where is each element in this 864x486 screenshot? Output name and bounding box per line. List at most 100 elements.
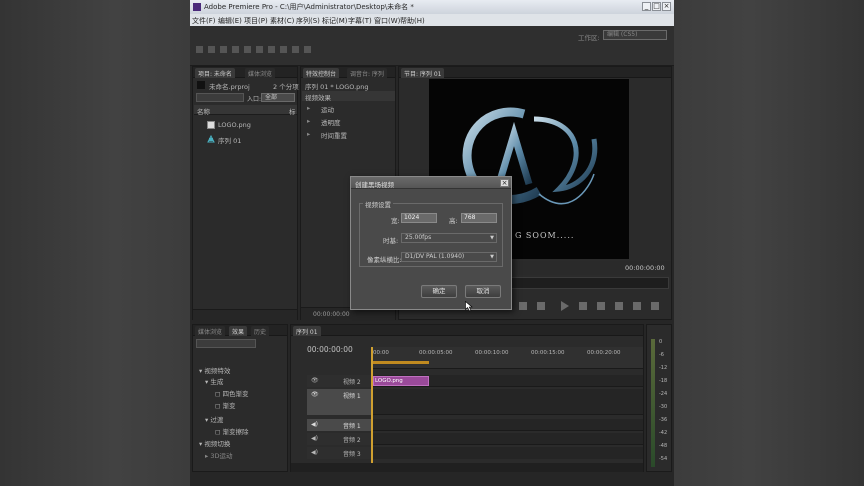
menu-project[interactable]: 项目(P) (244, 16, 268, 26)
menu-help[interactable]: 帮助(H) (400, 16, 425, 26)
meter-tick: -6 (659, 352, 664, 358)
toolbar-tools-icons[interactable] (196, 46, 336, 54)
tab-audio-mixer[interactable]: 调音台: 序列 (347, 68, 387, 78)
pixel-aspect-label: 像素纵横比: (367, 256, 402, 264)
tree-four-color-gradient[interactable]: ◻ 四色渐变 (215, 388, 248, 398)
eye-icon[interactable]: 👁 (311, 391, 319, 398)
timeline-ruler[interactable]: 00:00 00:00:05:00 00:00:10:00 00:00:15:0… (371, 347, 643, 369)
video-settings-label: 视频设置 (363, 199, 393, 209)
effect-opacity[interactable]: 透明度 (321, 117, 341, 127)
track-video-1[interactable]: 👁 视频 1 (307, 389, 371, 415)
effect-motion[interactable]: 运动 (321, 104, 334, 114)
meter-tick: -24 (659, 391, 668, 397)
expand-arrow-icon[interactable]: ▸ (307, 117, 310, 125)
expand-arrow-icon[interactable]: ▸ (307, 104, 310, 112)
project-item-count: 2 个分项 (273, 83, 299, 91)
cancel-button[interactable]: 取消 (465, 285, 501, 298)
workspace-select[interactable]: 编辑 (CS5) (603, 30, 667, 40)
project-file-name: 未命名.prproj (209, 83, 250, 91)
in-label: 入口: (247, 96, 262, 103)
timeline-panel: 序列 01 00:00:00:00 00:00 00:00:05:00 00:0… (290, 324, 644, 472)
expand-arrow-icon[interactable]: ▸ (307, 130, 310, 138)
height-input[interactable]: 768 (461, 213, 497, 223)
meter-tick: -48 (659, 443, 668, 449)
audio-meter: 0 -6 -12 -18 -24 -30 -36 -42 -48 -54 (646, 324, 672, 472)
list-item[interactable]: LOGO.png (193, 119, 297, 131)
tree-gradient-wipe[interactable]: ◻ 渐变擦除 (215, 426, 248, 436)
eye-icon[interactable]: 👁 (311, 377, 319, 384)
timeline-timecode[interactable]: 00:00:00:00 (307, 345, 353, 354)
meter-tick: -18 (659, 378, 668, 384)
ruler-label: 00:00:20:00 (587, 350, 621, 356)
ruler-label: 00:00:10:00 (475, 350, 509, 356)
timeline-scrollbar[interactable] (291, 463, 643, 472)
tree-video-effects[interactable]: ▾ 视频特效 (199, 365, 230, 375)
program-scrub-bar[interactable] (499, 277, 669, 289)
image-file-icon (207, 121, 215, 129)
dialog-close-button[interactable]: × (500, 179, 509, 187)
tab-sequence-01[interactable]: 序列 01 (293, 326, 321, 336)
track-audio-3[interactable]: ◀) 音频 3 (307, 447, 371, 459)
effects-search-input[interactable] (196, 339, 256, 348)
tab-effect-controls[interactable]: 特效控制台 (303, 68, 340, 78)
width-label: 宽: (391, 217, 400, 225)
meter-tick: 0 (659, 339, 663, 345)
menu-clip[interactable]: 素材(C) (270, 16, 294, 26)
track-label: 音频 2 (343, 437, 361, 444)
item-logo-png: LOGO.png (218, 121, 251, 129)
project-panel: 项目: 未命名 媒体浏览 未命名.prproj 2 个分项 入口: 全部 名称 … (192, 66, 299, 320)
effect-time-remap[interactable]: 时间重置 (321, 130, 347, 140)
workspace-label: 工作区: (578, 34, 600, 42)
tab-effects[interactable]: 效果 (229, 326, 248, 336)
project-search-input[interactable] (196, 93, 244, 102)
menu-marker[interactable]: 标记(M) (322, 16, 348, 26)
speaker-icon[interactable]: ◀) (311, 435, 318, 442)
tab-project[interactable]: 项目: 未命名 (195, 68, 235, 78)
tree-generate[interactable]: ▾ 生成 (205, 376, 223, 386)
speaker-icon[interactable]: ◀) (311, 421, 318, 428)
sequence-icon (207, 135, 215, 143)
track-audio-1[interactable]: ◀) 音频 1 (307, 419, 371, 431)
menu-sequence[interactable]: 序列(S) (296, 16, 320, 26)
column-name[interactable]: 名称 (197, 106, 210, 116)
timebase-select[interactable]: 25.00fps ▼ (401, 233, 497, 243)
menu-title[interactable]: 字幕(T) (348, 16, 372, 26)
meter-tick: -54 (659, 456, 668, 462)
close-button[interactable]: × (662, 2, 671, 11)
effect-controls-timecode: 00:00:00:00 (313, 311, 350, 318)
tab-media-browser[interactable]: 媒体浏览 (245, 68, 276, 78)
minimize-button[interactable]: _ (642, 2, 651, 11)
tab-media-browser-2[interactable]: 媒体浏览 (195, 326, 226, 336)
list-item[interactable]: 序列 01 (193, 133, 297, 145)
work-area-bar[interactable] (371, 361, 429, 364)
ok-button[interactable]: 确定 (421, 285, 457, 298)
column-tag[interactable]: 标 (289, 106, 296, 116)
meter-tick: -36 (659, 417, 668, 423)
tab-history[interactable]: 历史 (251, 326, 270, 336)
left-background (0, 0, 190, 486)
speaker-icon[interactable]: ◀) (311, 449, 318, 456)
tree-3d-motion[interactable]: ▸ 3D运动 (205, 450, 232, 460)
height-label: 高: (449, 217, 458, 225)
premiere-window: Adobe Premiere Pro - C:\用户\Administrator… (190, 0, 674, 486)
track-video-2[interactable]: 👁 视频 2 (307, 375, 371, 387)
timebase-label: 时基: (383, 237, 399, 245)
tree-ramp[interactable]: ◻ 渐变 (215, 400, 235, 410)
width-input[interactable]: 1024 (401, 213, 437, 223)
menu-edit[interactable]: 编辑(E) (218, 16, 242, 26)
track-audio-2[interactable]: ◀) 音频 2 (307, 433, 371, 445)
video-effects-heading: 视频效果 (305, 94, 331, 102)
menu-file[interactable]: 文件(F) (192, 16, 216, 26)
item-sequence-01: 序列 01 (218, 137, 242, 145)
pixel-aspect-select[interactable]: D1/DV PAL (1.0940) ▼ (401, 252, 497, 262)
clip-logo-png[interactable]: LOGO.png (373, 376, 429, 386)
maximize-button[interactable]: □ (652, 2, 661, 11)
tree-video-transitions[interactable]: ▾ 视频切换 (199, 438, 230, 448)
effects-panel: 媒体浏览 效果 历史 ▾ 视频特效 ▾ 生成 ◻ 四色渐变 ◻ 渐变 ▾ 过渡 … (192, 324, 288, 472)
transport-controls[interactable] (499, 299, 669, 313)
tab-program[interactable]: 节目: 序列 01 (401, 68, 445, 78)
mouse-cursor-icon (465, 301, 473, 312)
tree-transition[interactable]: ▾ 过渡 (205, 414, 223, 424)
menu-window[interactable]: 窗口(W) (374, 16, 400, 26)
in-select[interactable]: 全部 (261, 93, 295, 102)
